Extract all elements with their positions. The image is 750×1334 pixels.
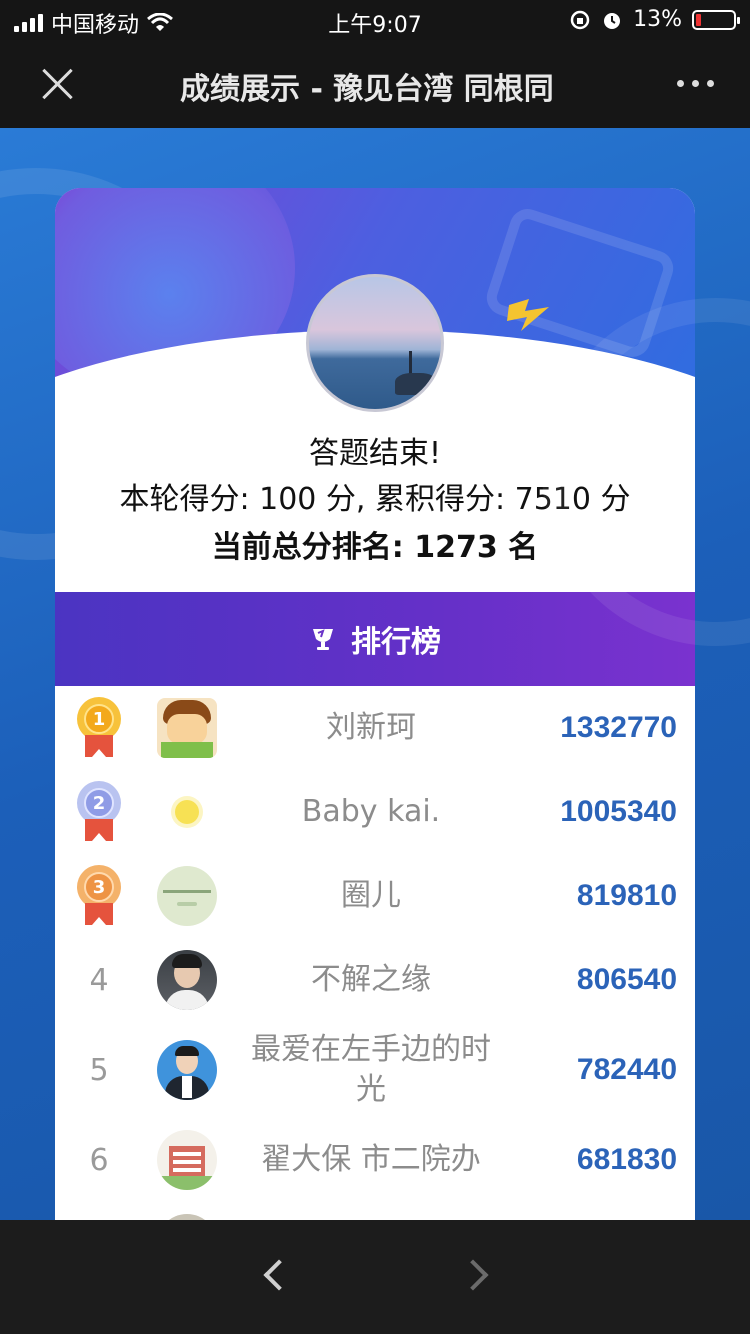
rank-number <box>55 1202 143 1220</box>
battery-percent: 13% <box>633 7 682 32</box>
score-text: 本轮得分: 100 分, 累积得分: 7510 分 <box>119 482 631 517</box>
result-summary: 答题结束! 本轮得分: 100 分, 累积得分: 7510 分 当前总分排名: … <box>55 432 695 572</box>
gold-medal-icon: 1 <box>76 697 122 759</box>
avatar <box>157 698 217 758</box>
rank-cell: 3 <box>55 854 143 938</box>
player-name: 圈儿 <box>341 878 401 913</box>
player-name: 最爱在左手边的时光 <box>251 1032 491 1107</box>
leaderboard-row[interactable]: 3 圈儿 819810 <box>55 854 695 938</box>
player-score: 782440 <box>576 1053 677 1086</box>
rank-number: 6 <box>89 1142 109 1178</box>
title-bar: 成绩展示 - 豫见台湾 同根同 <box>0 40 750 128</box>
status-right: 13% <box>569 7 740 32</box>
player-score: 806540 <box>576 963 677 996</box>
status-bar: 中国移动 上午9:07 13% <box>0 0 750 40</box>
avatar <box>157 866 217 926</box>
bronze-medal-icon: 3 <box>76 865 122 927</box>
result-card: 答题结束! 本轮得分: 100 分, 累积得分: 7510 分 当前总分排名: … <box>55 188 695 1220</box>
leaderboard-row[interactable]: 2 Baby kai. 1005340 <box>55 770 695 854</box>
player-name: 翟大保 市二院办 <box>261 1142 481 1177</box>
page-title: 成绩展示 - 豫见台湾 同根同 <box>180 72 554 107</box>
leaderboard-row[interactable] <box>55 1202 695 1220</box>
user-avatar <box>306 274 444 412</box>
avatar <box>157 1040 217 1100</box>
leaderboard-header: 排行榜 <box>55 592 695 686</box>
trophy-icon <box>313 629 333 650</box>
more-options-icon[interactable] <box>677 80 714 87</box>
rank-cell: 2 <box>55 770 143 854</box>
forward-button[interactable] <box>457 1258 498 1298</box>
leaderboard-list: 1 刘新珂 1332770 2 Baby kai. 1005340 3 圈儿 8… <box>55 686 695 1220</box>
silver-medal-icon: 2 <box>76 781 122 843</box>
avatar <box>157 950 217 1010</box>
player-score: 1005340 <box>560 795 677 828</box>
chevron-left-icon <box>263 1259 295 1291</box>
leaderboard-row[interactable]: 6 翟大保 市二院办 681830 <box>55 1118 695 1202</box>
battery-icon <box>692 9 740 30</box>
chevron-right-icon <box>457 1259 489 1291</box>
rotation-lock-icon <box>570 10 590 29</box>
player-score: 681830 <box>576 1143 677 1176</box>
rank-cell: 1 <box>55 686 143 770</box>
rank-number: 5 <box>89 1052 109 1088</box>
page-background: 答题结束! 本轮得分: 100 分, 累积得分: 7510 分 当前总分排名: … <box>0 128 750 1220</box>
player-score: 1332770 <box>560 711 677 744</box>
alarm-icon <box>604 12 621 29</box>
player-name: Baby kai. <box>301 794 441 829</box>
back-button[interactable] <box>258 1258 298 1298</box>
close-icon[interactable] <box>36 62 80 106</box>
avatar <box>157 1130 217 1190</box>
leaderboard-row[interactable]: 1 刘新珂 1332770 <box>55 686 695 770</box>
avatar <box>157 782 217 842</box>
leaderboard-row[interactable]: 4 不解之缘 806540 <box>55 938 695 1022</box>
bottom-nav-bar <box>0 1220 750 1334</box>
leaderboard-title: 排行榜 <box>351 625 441 660</box>
player-name: 不解之缘 <box>311 962 431 997</box>
rank-number: 4 <box>89 962 109 998</box>
quiz-finished-text: 答题结束! <box>308 436 442 471</box>
player-score: 819810 <box>576 879 677 912</box>
player-name: 刘新珂 <box>326 710 416 745</box>
rank-text: 当前总分排名: 1273 名 <box>211 530 539 565</box>
leaderboard-row[interactable]: 5 最爱在左手边的时光 782440 <box>55 1022 695 1118</box>
